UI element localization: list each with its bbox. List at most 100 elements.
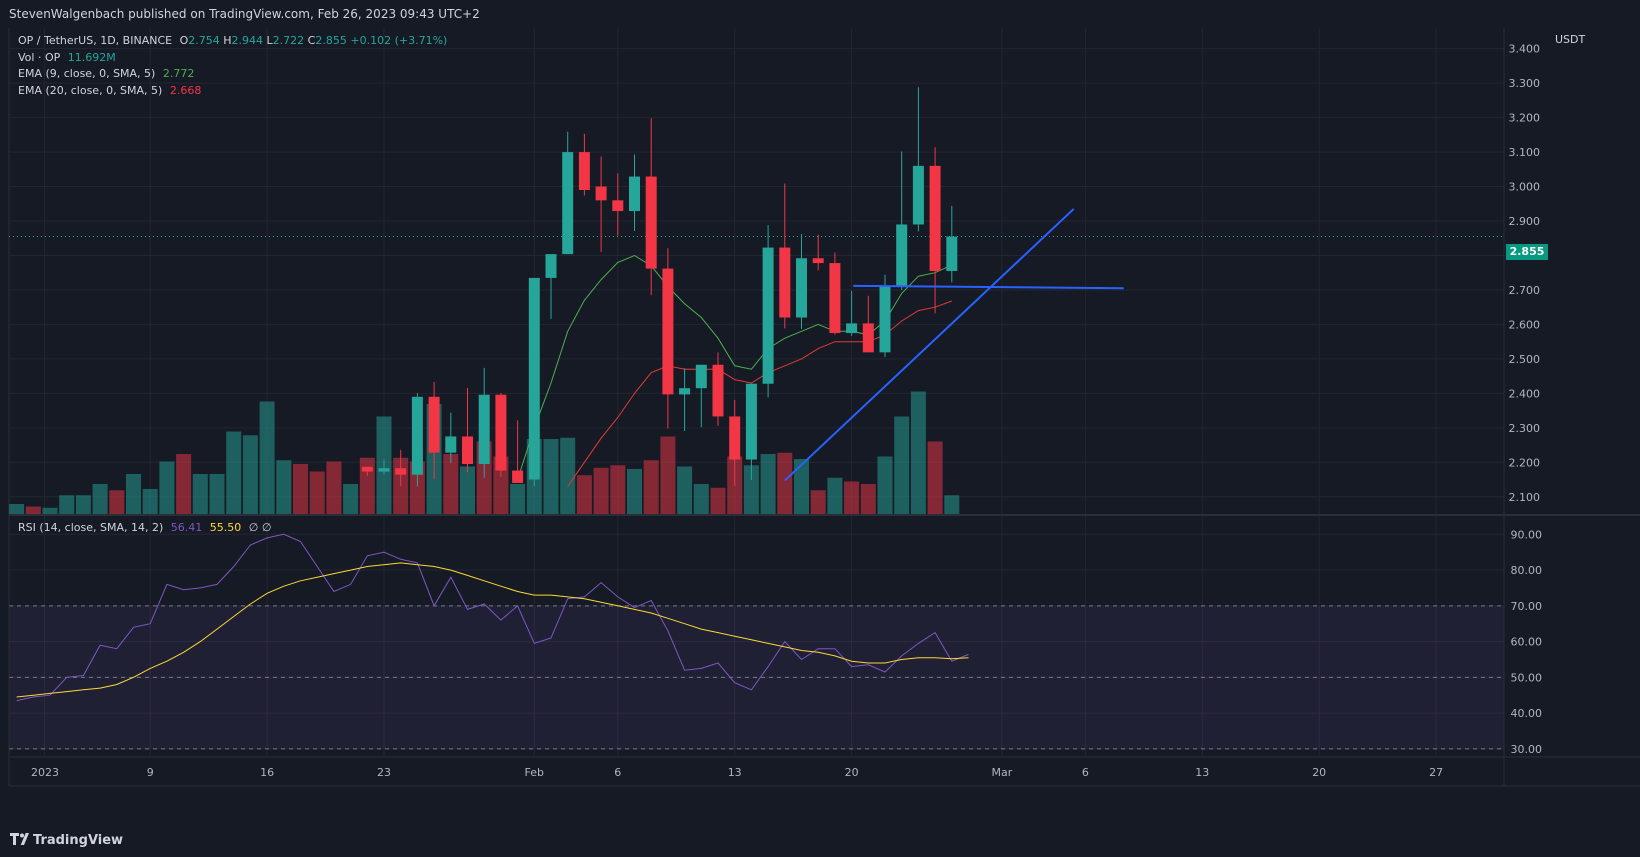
time-axis-label: 20 xyxy=(1312,766,1326,779)
rsi-axis-label: 70.00 xyxy=(1511,600,1543,613)
volume-bar xyxy=(576,475,592,514)
candle-body xyxy=(695,364,707,389)
candle-body xyxy=(779,247,791,318)
time-axis-label: 13 xyxy=(728,766,742,779)
candle-body xyxy=(578,152,590,190)
legend-symbol: OP / TetherUS, 1D, BINANCE xyxy=(18,34,173,47)
rsi-axis-label: 40.00 xyxy=(1511,707,1543,720)
volume-bar xyxy=(25,506,41,514)
tradingview-logo-text[interactable]: TradingView xyxy=(33,833,123,848)
candle-body xyxy=(395,468,407,475)
volume-bar xyxy=(159,461,175,514)
tradingview-logo-icon xyxy=(10,833,29,845)
volume-bar xyxy=(894,416,910,514)
legend-change: +0.102 (+3.71%) xyxy=(350,34,448,47)
volume-bar xyxy=(359,457,375,514)
volume-bar xyxy=(860,484,876,514)
volume-bar xyxy=(944,495,960,514)
rsi-ma-value: 55.50 xyxy=(209,521,242,534)
volume-bar xyxy=(827,477,843,514)
legend-volume-row[interactable]: Vol · OP 11.692M xyxy=(18,50,447,67)
legend-close-value: 2.855 xyxy=(315,34,347,47)
price-axis-label: 2.600 xyxy=(1509,318,1541,331)
volume-bar xyxy=(677,466,693,514)
price-axis-label: 2.100 xyxy=(1509,491,1541,504)
volume-bar xyxy=(209,474,225,514)
candle-body xyxy=(812,258,824,264)
volume-bar xyxy=(75,495,91,514)
volume-bar xyxy=(142,489,158,514)
candle-body xyxy=(378,468,390,472)
price-axis-label: 2.500 xyxy=(1509,353,1541,366)
time-axis-label: 6 xyxy=(1082,766,1089,779)
legend-high-label: H xyxy=(223,34,232,47)
volume-bar xyxy=(242,435,258,514)
legend-volume-value: 11.692M xyxy=(67,50,116,64)
price-axis-label: 3.400 xyxy=(1509,43,1541,56)
price-axis-label: 3.200 xyxy=(1509,112,1541,125)
legend-ema20-value: 2.668 xyxy=(169,83,202,97)
legend-high-value: 2.944 xyxy=(231,34,264,47)
volume-bar xyxy=(910,391,926,514)
price-axis-label: 2.700 xyxy=(1509,284,1541,297)
candle-body xyxy=(896,224,908,286)
volume-bar xyxy=(593,467,609,514)
legend-volume-label: Vol · OP xyxy=(18,50,61,64)
candle-body xyxy=(929,165,941,271)
volume-bar xyxy=(443,454,459,514)
candle-body xyxy=(745,383,757,460)
price-axis-label: 2.400 xyxy=(1509,387,1541,400)
candle-body xyxy=(796,258,807,318)
candle-body xyxy=(946,236,958,271)
indicator-legend: OP / TetherUS, 1D, BINANCE O2.754 H2.944… xyxy=(18,33,447,99)
rsi-axis-label: 80.00 xyxy=(1511,564,1543,577)
candle-body xyxy=(629,176,640,212)
volume-bar xyxy=(276,460,292,514)
legend-ema20-row[interactable]: EMA (20, close, 0, SMA, 5) 2.668 xyxy=(18,83,447,100)
candle-body xyxy=(512,470,524,483)
volume-bar xyxy=(794,459,809,514)
price-axis-label: 2.300 xyxy=(1509,422,1541,435)
volume-bar xyxy=(9,504,25,514)
candle-body xyxy=(361,466,373,472)
legend-ema9-row[interactable]: EMA (9, close, 0, SMA, 5) 2.772 xyxy=(18,66,447,83)
candle-body xyxy=(679,388,691,395)
volume-bar xyxy=(760,454,776,514)
volume-bar xyxy=(226,431,242,514)
candle-body xyxy=(595,186,607,201)
volume-bar xyxy=(660,436,676,514)
volume-bar xyxy=(309,471,325,514)
legend-ema9-label: EMA (9, close, 0, SMA, 5) xyxy=(18,67,156,80)
legend-ohlc-row[interactable]: OP / TetherUS, 1D, BINANCE O2.754 H2.944… xyxy=(18,33,447,50)
time-axis-label: Feb xyxy=(525,766,544,779)
volume-bar xyxy=(877,456,893,514)
volume-bar xyxy=(510,484,526,514)
volume-bar xyxy=(59,495,75,514)
publisher-text: StevenWalgenbach published on TradingVie… xyxy=(9,7,480,21)
legend-open-label: O xyxy=(179,34,189,47)
candle-body xyxy=(411,396,423,475)
volume-bar xyxy=(610,465,626,514)
candle-body xyxy=(545,254,557,278)
candle-body xyxy=(829,263,841,334)
candle-body xyxy=(879,285,891,353)
legend-ema20-label: EMA (20, close, 0, SMA, 5) xyxy=(18,83,163,97)
rsi-extra: ∅ ∅ xyxy=(248,521,272,534)
chart-canvas[interactable]: 2.1002.2002.3002.4002.5002.6002.7002.800… xyxy=(0,0,1640,857)
candle-body xyxy=(528,277,540,480)
candle-body xyxy=(712,364,724,417)
volume-bar xyxy=(326,461,342,514)
footer-bar xyxy=(0,822,1640,857)
candle-body xyxy=(912,165,924,225)
volume-bar xyxy=(643,460,659,514)
volume-bar xyxy=(693,484,709,514)
time-axis-label: 16 xyxy=(260,766,274,779)
rsi-axis-label: 50.00 xyxy=(1511,671,1543,684)
rsi-value: 56.41 xyxy=(170,521,203,534)
rsi-label: RSI (14, close, SMA, 14, 2) xyxy=(18,521,164,534)
volume-bar xyxy=(92,484,108,514)
legend-low-value: 2.722 xyxy=(272,34,305,47)
volume-bar xyxy=(810,490,826,514)
rsi-legend[interactable]: RSI (14, close, SMA, 14, 2) 56.41 55.50 … xyxy=(18,521,271,534)
candle-body xyxy=(478,394,490,465)
